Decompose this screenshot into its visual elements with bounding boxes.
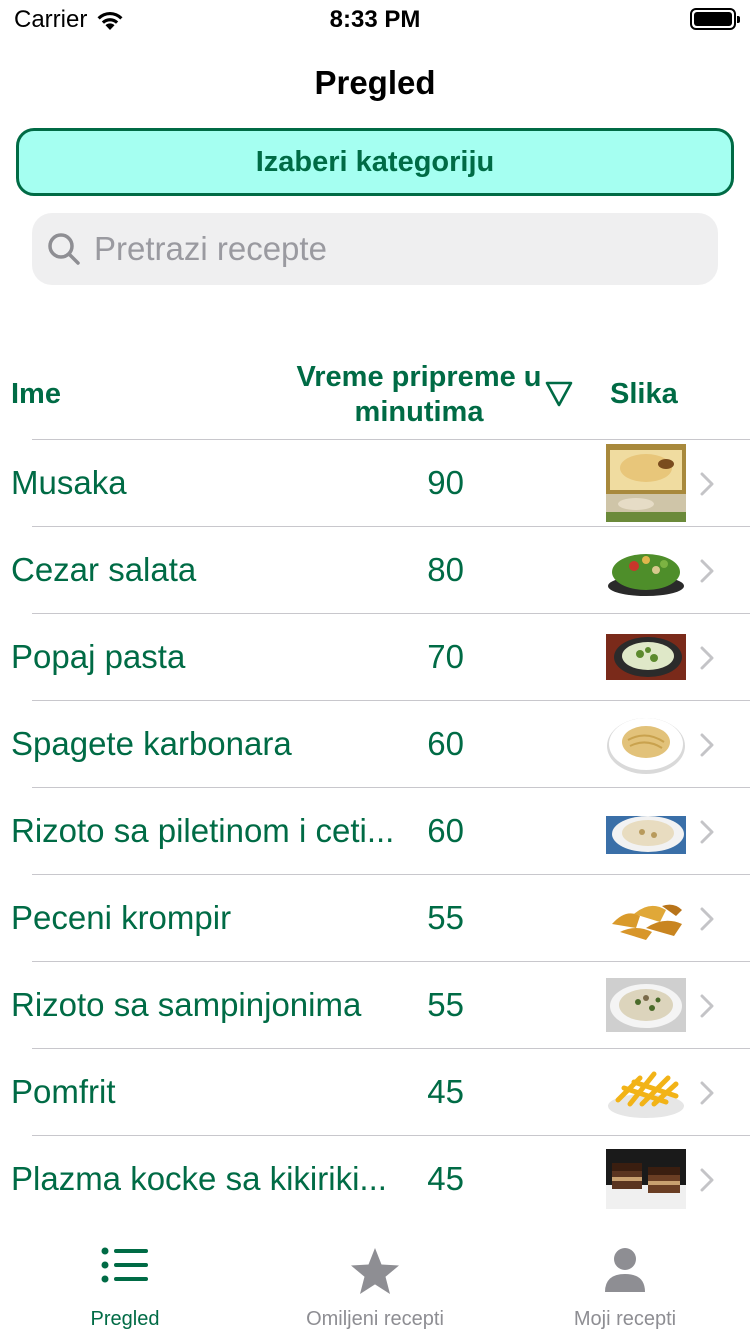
tab-label: Pregled	[90, 1308, 160, 1330]
recipe-minutes: 70	[427, 638, 464, 675]
pasta-photo	[606, 618, 686, 696]
mushroom-risotto-photo	[606, 966, 686, 1044]
chevron-right-icon	[700, 994, 714, 1018]
search-icon	[48, 233, 80, 265]
table-row[interactable]: Pomfrit 45	[11, 1048, 750, 1135]
fries-photo	[606, 1053, 686, 1131]
header-name[interactable]: Ime	[11, 378, 61, 411]
header-image: Slika	[610, 378, 678, 410]
chevron-right-icon	[700, 1168, 714, 1192]
battery-icon	[690, 8, 740, 30]
table-row[interactable]: Popaj pasta 70	[11, 613, 750, 700]
recipe-minutes: 60	[427, 812, 464, 849]
sort-descending-icon[interactable]	[544, 378, 574, 408]
search-input[interactable]	[94, 230, 694, 268]
star-icon	[351, 1248, 399, 1294]
tab-bar: Pregled Omiljeni recepti Moji recepti	[0, 1236, 750, 1334]
recipe-minutes: 55	[427, 899, 464, 936]
table-row[interactable]: Cezar salata 80	[11, 526, 750, 613]
cake-photo	[606, 1140, 686, 1218]
chevron-right-icon	[700, 820, 714, 844]
table-header: Ime Vreme pripreme u minutima Slika	[0, 352, 750, 440]
recipe-minutes: 80	[427, 551, 464, 588]
recipe-name: Spagete karbonara	[11, 725, 292, 762]
table-row[interactable]: Rizoto sa sampinjonima 55	[11, 961, 750, 1048]
recipe-minutes: 45	[427, 1073, 464, 1110]
recipe-name: Popaj pasta	[11, 638, 186, 675]
recipe-list: Musaka 90 Cezar salata 80 Popaj pasta 70…	[0, 439, 750, 1222]
tab-favorites[interactable]: Omiljeni recepti	[250, 1236, 500, 1334]
chevron-right-icon	[700, 1081, 714, 1105]
musaka-photo	[606, 444, 686, 522]
tab-label: Omiljeni recepti	[306, 1308, 444, 1330]
chevron-right-icon	[700, 907, 714, 931]
spaghetti-photo	[606, 705, 686, 783]
person-icon	[605, 1248, 645, 1292]
recipe-name: Peceni krompir	[11, 899, 232, 936]
tab-my-recipes[interactable]: Moji recepti	[500, 1236, 750, 1334]
recipe-name: Plazma kocke sa kikiriki...	[11, 1160, 387, 1197]
page-title: Pregled	[314, 64, 436, 101]
recipe-name: Musaka	[11, 464, 127, 501]
header-prep-time[interactable]: Vreme pripreme u minutima	[294, 360, 544, 430]
recipe-name: Pomfrit	[11, 1073, 116, 1110]
search-bar[interactable]	[32, 213, 718, 285]
recipe-name: Cezar salata	[11, 551, 197, 588]
table-row[interactable]: Plazma kocke sa kikiriki... 45	[11, 1135, 750, 1222]
chevron-right-icon	[700, 472, 714, 496]
table-row[interactable]: Spagete karbonara 60	[11, 700, 750, 787]
list-icon	[101, 1247, 148, 1283]
recipe-minutes: 45	[427, 1160, 464, 1197]
recipe-minutes: 90	[427, 464, 464, 501]
status-time: 8:33 PM	[329, 6, 421, 33]
recipe-minutes: 55	[427, 986, 464, 1023]
recipe-name: Rizoto sa sampinjonima	[11, 986, 362, 1023]
recipe-name: Rizoto sa piletinom i ceti...	[11, 812, 395, 849]
tab-pregled[interactable]: Pregled	[0, 1236, 250, 1334]
choose-category-label: Izaberi kategoriju	[255, 145, 495, 178]
chevron-right-icon	[700, 733, 714, 757]
chevron-right-icon	[700, 559, 714, 583]
chevron-right-icon	[700, 646, 714, 670]
salad-photo	[606, 531, 686, 609]
recipe-minutes: 60	[427, 725, 464, 762]
table-row[interactable]: Musaka 90	[11, 439, 750, 526]
tab-label: Moji recepti	[573, 1308, 677, 1330]
potato-photo	[606, 879, 686, 957]
table-row[interactable]: Peceni krompir 55	[11, 874, 750, 961]
table-row[interactable]: Rizoto sa piletinom i ceti... 60	[11, 787, 750, 874]
status-bar: Carrier 8:33 PM	[0, 0, 750, 40]
risotto-photo	[606, 792, 686, 870]
choose-category-button[interactable]: Izaberi kategoriju	[16, 128, 734, 196]
